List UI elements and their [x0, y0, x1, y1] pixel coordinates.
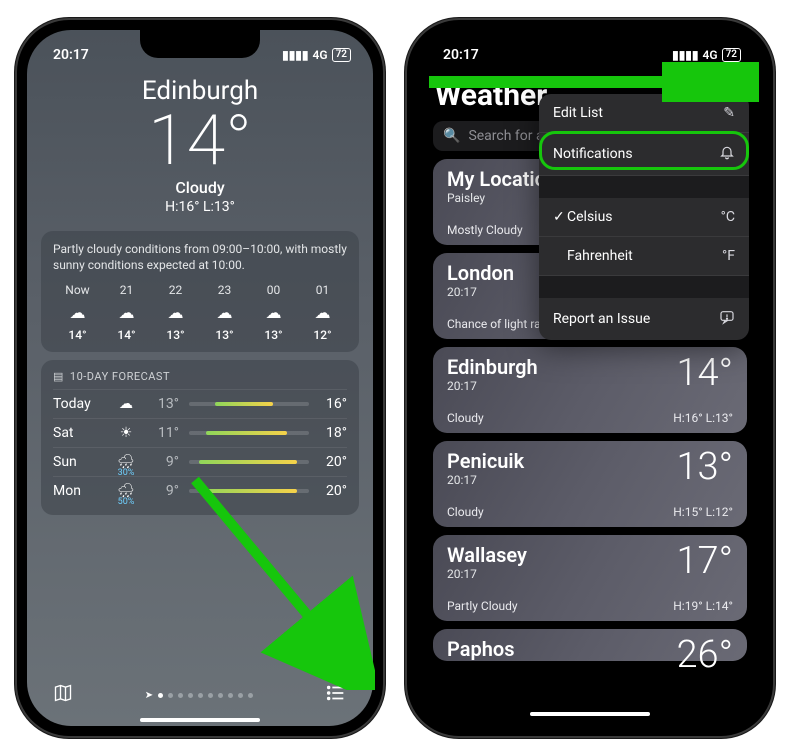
calendar-icon: ▤: [53, 370, 64, 383]
menu-report-issue[interactable]: Report an Issue: [539, 298, 749, 340]
phone-right: 20:17 ▮▮▮▮ 4G 72 ⋯ Weather 🔍 Search for …: [405, 18, 775, 738]
cloud-icon: ☁︎: [111, 396, 141, 412]
temp-range-bar: [189, 460, 309, 464]
search-icon: 🔍: [443, 128, 460, 144]
city-card[interactable]: Edinburgh 20:17 14° CloudyH:16° L:13°: [433, 347, 747, 433]
weather-detail-screen: 20:17 ▮▮▮▮ 4G 72 Edinburgh 14° Cloudy H:…: [27, 30, 373, 726]
cloud-icon: ☁︎: [151, 303, 200, 322]
menu-separator: [539, 176, 749, 198]
hero: Edinburgh 14° Cloudy H:16° L:13°: [27, 70, 373, 223]
daily-row[interactable]: Sun 🌧30% 9° 20°: [53, 447, 347, 476]
cloud-icon: ☁︎: [102, 303, 151, 322]
hourly-row[interactable]: Now☁︎14° 21☁︎14° 22☁︎13° 23☁︎13° 00☁︎13°…: [53, 283, 347, 342]
report-icon: [719, 309, 735, 329]
daily-row[interactable]: Mon 🌧50% 9° 20°: [53, 476, 347, 505]
signal-icon: ▮▮▮▮: [282, 48, 308, 62]
battery-level: 72: [722, 48, 741, 62]
check-icon: ✓: [553, 209, 567, 225]
network-label: 4G: [313, 48, 328, 62]
cloud-icon: ☁︎: [53, 303, 102, 322]
battery-level: 72: [332, 48, 351, 62]
rain-icon: 🌧50%: [111, 483, 141, 499]
daily-row[interactable]: Sat ☀︎ 11° 18°: [53, 418, 347, 447]
cloud-icon: ☁︎: [298, 303, 347, 322]
current-temp: 14°: [27, 106, 373, 176]
menu-edit-list[interactable]: Edit List ✎: [539, 94, 749, 133]
home-indicator[interactable]: [140, 718, 260, 722]
forecast-summary: Partly cloudy conditions from 09:00–10:0…: [53, 241, 347, 273]
daily-row[interactable]: Today ☁︎ 13° 16°: [53, 389, 347, 418]
notch: [140, 30, 260, 58]
location-icon: ➤: [145, 690, 153, 701]
list-button[interactable]: [325, 682, 347, 708]
cloud-icon: ☁︎: [249, 303, 298, 322]
map-button[interactable]: [53, 683, 73, 707]
temp-range-bar: [189, 431, 309, 435]
ellipsis-icon: ⋯: [725, 79, 739, 95]
home-indicator[interactable]: [530, 712, 650, 716]
city-card[interactable]: Paphos 26°: [433, 629, 747, 661]
city-card[interactable]: Penicuik 20:17 13° CloudyH:15° L:12°: [433, 441, 747, 527]
phone-left: 20:17 ▮▮▮▮ 4G 72 Edinburgh 14° Cloudy H:…: [15, 18, 385, 738]
temp-range-bar: [189, 402, 309, 406]
temp-range-bar: [189, 489, 309, 493]
daily-card[interactable]: ▤ 10-DAY FORECAST Today ☁︎ 13° 16° Sat ☀…: [41, 360, 359, 515]
status-time: 20:17: [443, 47, 479, 63]
sun-icon: ☀︎: [111, 425, 141, 441]
weather-list-screen: 20:17 ▮▮▮▮ 4G 72 ⋯ Weather 🔍 Search for …: [417, 30, 763, 726]
notch: [530, 30, 650, 58]
pencil-icon: ✎: [723, 105, 735, 121]
status-time: 20:17: [53, 47, 89, 63]
rain-icon: 🌧30%: [111, 454, 141, 470]
menu-celsius[interactable]: ✓Celsius °C: [539, 198, 749, 237]
network-label: 4G: [703, 48, 718, 62]
bottom-bar: ➤: [27, 676, 373, 718]
city-card[interactable]: Wallasey 20:17 17° Partly CloudyH:19° L:…: [433, 535, 747, 621]
menu-notifications[interactable]: Notifications: [539, 133, 749, 176]
cloud-icon: ☁︎: [200, 303, 249, 322]
menu-fahrenheit[interactable]: Fahrenheit °F: [539, 237, 749, 276]
signal-icon: ▮▮▮▮: [672, 48, 698, 62]
page-dots[interactable]: ➤: [145, 690, 253, 701]
forecast-header: ▤ 10-DAY FORECAST: [53, 370, 347, 383]
current-condition: Cloudy: [27, 178, 373, 197]
high-low: H:16° L:13°: [27, 199, 373, 215]
menu-separator: [539, 276, 749, 298]
options-menu: Edit List ✎ Notifications ✓Celsius °C Fa…: [539, 94, 749, 340]
bell-icon: [719, 144, 735, 164]
hourly-card[interactable]: Partly cloudy conditions from 09:00–10:0…: [41, 231, 359, 352]
